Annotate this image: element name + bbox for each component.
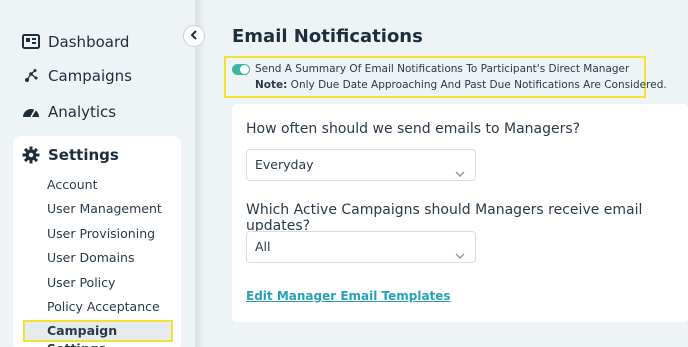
sidebar-item-campaigns[interactable]: Campaigns: [22, 64, 132, 88]
settings-card: [13, 136, 181, 347]
frequency-question: How often should we send emails to Manag…: [246, 121, 581, 137]
note-label: Note:: [255, 79, 288, 91]
sidebar-item-label: Settings: [48, 146, 119, 164]
sidebar-subitem-policy-acceptance[interactable]: Policy Acceptance: [47, 299, 160, 314]
sidebar-item-analytics[interactable]: Analytics: [22, 100, 116, 124]
chevron-down-icon: [455, 242, 465, 259]
campaigns-select[interactable]: All: [246, 231, 476, 263]
sidebar-subitem-user-management[interactable]: User Management: [47, 201, 162, 216]
manager-summary-toggle[interactable]: [232, 64, 250, 75]
campaigns-icon: [22, 67, 40, 85]
edit-manager-email-templates-link[interactable]: Edit Manager Email Templates: [246, 289, 451, 303]
sidebar-item-dashboard[interactable]: Dashboard: [22, 30, 129, 54]
sidebar-subitem-account[interactable]: Account: [47, 177, 97, 192]
sidebar-item-label: Dashboard: [48, 33, 130, 51]
frequency-select[interactable]: Everyday: [246, 149, 476, 181]
gear-icon: [22, 146, 40, 164]
page-title: Email Notifications: [232, 26, 423, 47]
analytics-icon: [22, 103, 40, 121]
dashboard-icon: [22, 33, 40, 51]
sidebar-subitem-user-policy[interactable]: User Policy: [47, 275, 115, 290]
sidebar-divider: [195, 0, 205, 347]
campaigns-selected-value: All: [255, 239, 271, 254]
sidebar-item-label: Campaigns: [48, 67, 133, 85]
sidebar-item-settings[interactable]: Settings: [22, 146, 119, 164]
sidebar-subitem-campaign-settings[interactable]: Campaign Settings: [23, 320, 173, 347]
manager-summary-note: Note: Only Due Date Approaching And Past…: [255, 79, 667, 91]
frequency-selected-value: Everyday: [255, 157, 314, 172]
chevron-left-icon: [190, 29, 198, 43]
sidebar-item-label: Analytics: [48, 103, 117, 121]
sidebar-subitem-user-domains[interactable]: User Domains: [47, 250, 134, 265]
collapse-sidebar-button[interactable]: [183, 25, 205, 47]
manager-summary-label: Send A Summary Of Email Notifications To…: [255, 63, 630, 75]
sidebar-subitem-user-provisioning[interactable]: User Provisioning: [47, 226, 155, 241]
chevron-down-icon: [455, 160, 465, 177]
campaigns-question: Which Active Campaigns should Managers r…: [246, 202, 643, 234]
note-text: Only Due Date Approaching And Past Due N…: [287, 79, 667, 91]
sidebar: Dashboard Campaigns Analytics Settings A…: [0, 0, 196, 347]
